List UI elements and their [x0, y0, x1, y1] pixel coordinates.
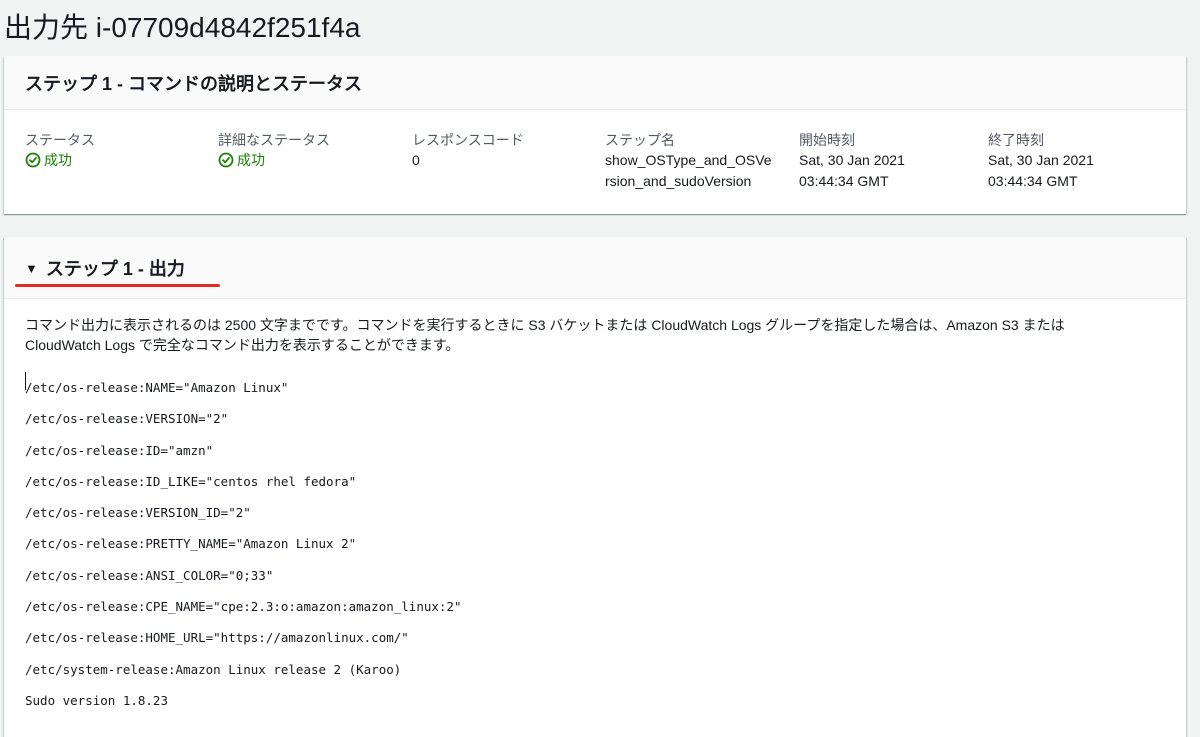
status-value-text: 成功	[44, 152, 72, 168]
step-name-field: ステップ名 show_OSType_and_OSVe rsion_and_sud…	[605, 130, 772, 192]
step-name-value-line2: rsion_and_sudoVersion	[605, 173, 752, 189]
heading-highlight-underline	[15, 284, 220, 287]
status-label: ステータス	[25, 132, 95, 148]
caret-down-icon[interactable]: ▼	[25, 261, 38, 276]
end-time-label: 終了時刻	[988, 132, 1044, 148]
step-status-panel-header: ステップ 1 - コマンドの説明とステータス	[4, 56, 1186, 110]
step-output-panel-header[interactable]: ▼ ステップ 1 - 出力	[4, 237, 1186, 299]
output-line: /etc/os-release:ANSI_COLOR="0;33"	[25, 567, 274, 583]
check-circle-icon	[25, 152, 41, 168]
status-value: 成功	[25, 150, 95, 170]
status-field: ステータス 成功	[25, 130, 95, 170]
check-circle-icon	[218, 152, 234, 168]
step-output-toggle[interactable]: ▼ ステップ 1 - 出力	[25, 255, 185, 281]
output-description-line1: コマンド出力に表示されるのは 2500 文字までです。コマンドを実行するときに …	[25, 317, 1065, 333]
output-description-line2: CloudWatch Logs で完全なコマンド出力を表示することができます。	[25, 337, 460, 353]
end-time-value-line2: 03:44:34 GMT	[988, 173, 1078, 189]
command-output[interactable]: /etc/os-release:NAME="Amazon Linux" /etc…	[25, 372, 1165, 716]
detailed-status-value-text: 成功	[237, 152, 265, 168]
output-line: /etc/os-release:HOME_URL="https://amazon…	[25, 630, 409, 646]
start-time-value-line1: Sat, 30 Jan 2021	[799, 152, 905, 168]
output-line: /etc/os-release:NAME="Amazon Linux"	[25, 380, 289, 395]
output-line: /etc/os-release:PRETTY_NAME="Amazon Linu…	[25, 536, 357, 552]
end-time-value-line1: Sat, 30 Jan 2021	[988, 152, 1094, 168]
detailed-status-field: 詳細なステータス 成功	[218, 130, 330, 170]
detailed-status-value: 成功	[218, 150, 330, 170]
output-line: Sudo version 1.8.23	[25, 692, 168, 708]
output-line: /etc/os-release:ID_LIKE="centos rhel fed…	[25, 473, 357, 489]
response-code-value: 0	[412, 152, 420, 168]
output-line: /etc/os-release:VERSION="2"	[25, 411, 229, 427]
output-line: /etc/system-release:Amazon Linux release…	[25, 661, 402, 677]
detailed-status-label: 詳細なステータス	[218, 132, 330, 148]
step-name-label: ステップ名	[605, 132, 675, 148]
start-time-value-line2: 03:44:34 GMT	[799, 173, 889, 189]
step-output-panel: ▼ ステップ 1 - 出力 コマンド出力に表示されるのは 2500 文字までです。…	[4, 237, 1186, 737]
start-time-label: 開始時刻	[799, 132, 855, 148]
step-output-heading: ステップ 1 - 出力	[45, 258, 185, 279]
output-line: /etc/os-release:CPE_NAME="cpe:2.3:o:amaz…	[25, 599, 462, 615]
step-status-panel: ステップ 1 - コマンドの説明とステータス ステータス 成功 詳細なステータス…	[4, 56, 1186, 214]
step-status-heading: ステップ 1 - コマンドの説明とステータス	[25, 73, 363, 94]
status-details: ステータス 成功 詳細なステータス 成功 レスポンスコード 0 ステップ名 sh…	[4, 110, 1186, 210]
output-line: /etc/os-release:VERSION_ID="2"	[25, 505, 251, 521]
start-time-field: 開始時刻 Sat, 30 Jan 2021 03:44:34 GMT	[799, 130, 905, 192]
response-code-field: レスポンスコード 0	[412, 130, 524, 171]
step-name-value-line1: show_OSType_and_OSVe	[605, 152, 772, 168]
output-description: コマンド出力に表示されるのは 2500 文字までです。コマンドを実行するときに …	[25, 315, 1145, 355]
output-line: /etc/os-release:ID="amzn"	[25, 442, 214, 458]
page-title: 出力先 i-07709d4842f251f4a	[4, 12, 361, 43]
end-time-field: 終了時刻 Sat, 30 Jan 2021 03:44:34 GMT	[988, 130, 1094, 192]
response-code-label: レスポンスコード	[412, 132, 524, 148]
text-cursor	[25, 372, 26, 390]
